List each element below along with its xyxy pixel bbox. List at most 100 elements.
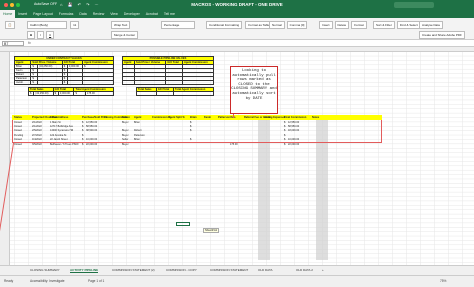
search-box[interactable] <box>394 2 434 8</box>
insert-button[interactable]: Insert <box>319 21 333 29</box>
table-cell[interactable]: 3/5/2022 <box>32 143 42 146</box>
font-select[interactable]: Calibri (Body) <box>27 21 67 29</box>
table-cell[interactable]: $ <box>284 138 285 141</box>
table-cell[interactable]: 58,550.00 <box>288 125 299 128</box>
table-cell[interactable]: $ <box>190 138 191 141</box>
column-headers[interactable] <box>0 47 474 52</box>
table-cell[interactable]: 13400 Sycamore Hill <box>50 129 73 132</box>
table-cell[interactable]: $ <box>82 134 83 137</box>
table-cell[interactable]: 2/1/2022 <box>32 125 42 128</box>
selected-cell[interactable] <box>176 222 190 226</box>
table-cell[interactable]: $ <box>284 143 285 146</box>
table-cell[interactable]: 12717 Bolbridge Ave <box>50 125 73 128</box>
number-format-select[interactable]: Percentage <box>161 21 195 29</box>
underline-button[interactable]: U <box>46 31 55 39</box>
font-size-select[interactable]: 11 <box>70 21 80 29</box>
table-cell[interactable]: Bellhaven / 6 Trees PSCF <box>50 143 79 146</box>
table-cell[interactable]: 2/7/2022 <box>32 134 42 137</box>
table-cell[interactable]: Closed <box>14 125 22 128</box>
wrap-text-button[interactable]: Wrap Text <box>111 21 131 29</box>
table-cell[interactable]: 22 Jacob Street <box>50 138 68 141</box>
sheet-tab[interactable]: CLOSING SUMMARY <box>30 268 60 272</box>
style-comma[interactable]: Comma [0] <box>286 21 308 29</box>
table-cell[interactable]: 12,550.00 <box>86 121 97 124</box>
sheet-tab[interactable]: COMMISSION STATEMENT <box>210 268 248 272</box>
ribbon-tab[interactable]: Formulas <box>56 10 77 16</box>
ribbon-tab[interactable]: Page Layout <box>30 10 56 16</box>
table-cell[interactable]: 175.00 <box>230 143 238 146</box>
table-cell[interactable]: $ <box>82 129 83 132</box>
sheet-tab[interactable]: COMMISSION - COPY <box>166 268 197 272</box>
table-cell[interactable]: $ <box>190 125 191 128</box>
table-cell[interactable]: 4/4/2022 <box>32 138 42 141</box>
table-row[interactable]: Closed 3/5/2022 Bellhaven / 6 Trees PSCF $2… <box>12 142 382 146</box>
ribbon-tab[interactable]: Insert <box>15 10 30 16</box>
sheet-tab[interactable]: OLD DATA 2 <box>296 268 313 272</box>
format-button[interactable]: Format <box>351 21 367 29</box>
table-cell[interactable]: Buyer <box>122 143 129 146</box>
bold-button[interactable]: B <box>27 31 36 39</box>
table-cell[interactable]: $ <box>82 138 83 141</box>
accessibility-status[interactable]: Accessibility: Investigate <box>30 279 65 283</box>
table-cell[interactable]: Brian <box>134 121 140 124</box>
style-normal[interactable]: Normal <box>269 21 285 29</box>
ribbon-tab[interactable]: Acrobat <box>143 10 161 16</box>
table-cell[interactable]: 1 Main St <box>50 121 61 124</box>
table-cell[interactable]: Closed <box>14 121 22 124</box>
sheet-tab[interactable]: + <box>322 268 324 272</box>
callout-note[interactable]: Looking to automatically pull rows marke… <box>230 66 278 114</box>
table-cell[interactable]: $ <box>284 134 285 137</box>
table-cell[interactable]: Patterson <box>134 134 145 137</box>
table-cell[interactable]: Pending <box>14 134 23 137</box>
table-cell[interactable]: 10,000.00 <box>86 138 97 141</box>
ribbon-tab[interactable]: Home <box>0 10 16 18</box>
table-cell[interactable]: $ <box>284 125 285 128</box>
conditional-formatting-button[interactable]: Conditional Formatting <box>206 21 243 29</box>
table-cell[interactable]: $ <box>284 129 285 132</box>
table-cell[interactable]: $ <box>284 121 285 124</box>
ribbon-tab[interactable]: Data <box>76 10 89 16</box>
table-cell[interactable]: Buyer <box>122 134 129 137</box>
table-cell[interactable]: $ <box>190 129 191 132</box>
table-cell[interactable]: $ <box>190 121 191 124</box>
table-cell[interactable]: $ <box>82 125 83 128</box>
zoom-level[interactable]: 75% <box>440 279 446 283</box>
table-cell[interactable]: $ <box>82 143 83 146</box>
name-box[interactable]: B7 <box>2 41 24 46</box>
ribbon-tab[interactable]: Review <box>90 10 107 16</box>
create-pdf-button[interactable]: Create and Share Adobe PDF <box>419 31 465 39</box>
table-cell[interactable]: 122 Arcoloa St <box>50 134 66 137</box>
fx-icon[interactable]: fx <box>28 41 31 45</box>
table-cell[interactable]: 2/5/2022 <box>32 129 42 132</box>
row-headers[interactable] <box>0 52 10 265</box>
italic-button[interactable]: I <box>37 31 45 39</box>
table-cell[interactable]: Closed <box>14 143 22 146</box>
table-cell[interactable]: Seller <box>122 138 128 141</box>
sort-filter-button[interactable]: Sort & Filter <box>373 21 395 29</box>
table-cell[interactable]: Buyer <box>122 121 129 124</box>
sheet-tab[interactable]: COMMISSION STATEMENT (2) <box>112 268 155 272</box>
table-cell[interactable]: Buyer <box>122 129 129 132</box>
analyse-data-button[interactable]: Analyse Data <box>419 21 443 29</box>
table-cell[interactable]: 12,550.00 <box>288 121 299 124</box>
table-cell[interactable]: 18,000.00 <box>288 129 299 132</box>
sheet-tab[interactable]: OLD DATA <box>258 268 273 272</box>
ribbon-tab[interactable]: Developer <box>121 10 143 16</box>
table-cell[interactable]: 22,000.00 <box>288 143 299 146</box>
table-cell[interactable]: Brian <box>134 138 140 141</box>
table-cell[interactable]: 58,550.00 <box>86 125 97 128</box>
table-cell[interactable]: Robert <box>134 129 142 132</box>
table-cell[interactable]: 22,000.00 <box>86 143 97 146</box>
sheet-tab[interactable]: ACTIVITY PIPELINE <box>70 268 99 273</box>
table-cell[interactable]: $ <box>82 121 83 124</box>
ribbon-tab[interactable]: Tell me <box>161 10 178 16</box>
table-cell[interactable]: Closed <box>14 129 22 132</box>
ribbon-tab[interactable]: View <box>107 10 121 16</box>
table-cell[interactable]: 10,000.00 <box>288 138 299 141</box>
table-cell[interactable]: Closed <box>14 138 22 141</box>
merge-center-button[interactable]: Merge & Center <box>111 31 139 39</box>
delete-button[interactable]: Delete <box>334 21 350 29</box>
paste-button[interactable]: 📋 <box>5 21 15 29</box>
table-cell[interactable]: 38,500.00 <box>86 129 97 132</box>
table-cell[interactable]: 2/1/2022 <box>32 121 42 124</box>
